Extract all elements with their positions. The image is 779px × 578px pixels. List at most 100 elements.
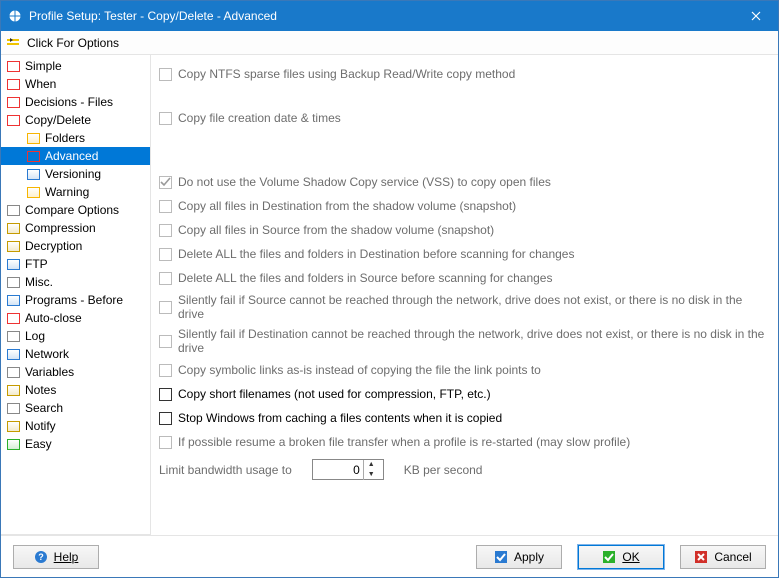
close-button[interactable] [733, 1, 778, 31]
sidebar-item-label: Warning [45, 185, 89, 199]
sidebar-item-copy-delete[interactable]: Copy/Delete [1, 111, 150, 129]
options-label: Click For Options [27, 36, 119, 50]
cancel-icon [694, 550, 708, 564]
option-label: Copy all files in Source from the shadow… [178, 223, 494, 237]
option-row: Silently fail if Source cannot be reache… [159, 293, 770, 321]
option-row: Delete ALL the files and folders in Sour… [159, 269, 770, 287]
sidebar-item-notes[interactable]: Notes [1, 381, 150, 399]
sidebar-icon [5, 221, 21, 235]
sidebar-icon [25, 167, 41, 181]
sidebar-item-search[interactable]: Search [1, 399, 150, 417]
limit-label: Limit bandwidth usage to [159, 463, 292, 477]
limit-unit: KB per second [404, 463, 483, 477]
sidebar-item-decisions-files[interactable]: Decisions - Files [1, 93, 150, 111]
checkbox[interactable] [159, 388, 172, 401]
sidebar-item-misc-[interactable]: Misc. [1, 273, 150, 291]
help-button[interactable]: ? Help [13, 545, 99, 569]
help-icon: ? [34, 550, 48, 564]
spinner-down[interactable]: ▼ [364, 470, 379, 480]
option-row: Copy short filenames (not used for compr… [159, 385, 770, 403]
ok-button[interactable]: OK [578, 545, 664, 569]
sidebar-icon [25, 149, 41, 163]
checkbox [159, 364, 172, 377]
sidebar-item-label: Compression [25, 221, 96, 235]
option-row: Copy symbolic links as-is instead of cop… [159, 361, 770, 379]
apply-label: Apply [514, 550, 544, 564]
sidebar-icon [5, 401, 21, 415]
sidebar-item-label: FTP [25, 257, 48, 271]
limit-bandwidth-spinner[interactable]: ▲ ▼ [312, 459, 384, 480]
checkbox [159, 436, 172, 449]
checkbox [159, 200, 172, 213]
sidebar-icon [5, 275, 21, 289]
sidebar-icon [5, 95, 21, 109]
option-row: Do not use the Volume Shadow Copy servic… [159, 173, 770, 191]
svg-text:?: ? [38, 552, 44, 562]
checkbox[interactable] [159, 412, 172, 425]
option-label: Copy file creation date & times [178, 111, 341, 125]
sidebar-item-ftp[interactable]: FTP [1, 255, 150, 273]
ok-icon [602, 550, 616, 564]
apply-button[interactable]: Apply [476, 545, 562, 569]
sidebar-item-easy[interactable]: Easy [1, 435, 150, 453]
sidebar-icon [5, 59, 21, 73]
apply-icon [494, 550, 508, 564]
sidebar-item-label: Network [25, 347, 69, 361]
help-label: Help [54, 550, 79, 564]
sidebar-item-label: Simple [25, 59, 62, 73]
sidebar-item-label: Folders [45, 131, 85, 145]
sidebar-item-programs-before[interactable]: Programs - Before [1, 291, 150, 309]
footer: ? Help Apply OK Cancel [1, 535, 778, 577]
sidebar-item-simple[interactable]: Simple [1, 57, 150, 75]
sidebar-item-compression[interactable]: Compression [1, 219, 150, 237]
sidebar-item-advanced[interactable]: Advanced [1, 147, 150, 165]
sidebar-item-label: Decryption [25, 239, 82, 253]
sidebar-item-decryption[interactable]: Decryption [1, 237, 150, 255]
sidebar-item-auto-close[interactable]: Auto-close [1, 309, 150, 327]
ok-label: OK [622, 550, 639, 564]
option-row: Copy all files in Source from the shadow… [159, 221, 770, 239]
sidebar-item-label: Log [25, 329, 45, 343]
option-row: Copy NTFS sparse files using Backup Read… [159, 65, 770, 83]
sidebar-item-label: When [25, 77, 56, 91]
option-label: Silently fail if Destination cannot be r… [178, 327, 770, 355]
sidebar-item-label: Advanced [45, 149, 98, 163]
window-title: Profile Setup: Tester - Copy/Delete - Ad… [29, 9, 733, 23]
option-row: If possible resume a broken file transfe… [159, 433, 770, 451]
sidebar-icon [5, 437, 21, 451]
sidebar-item-network[interactable]: Network [1, 345, 150, 363]
sidebar-item-versioning[interactable]: Versioning [1, 165, 150, 183]
option-label: Do not use the Volume Shadow Copy servic… [178, 175, 551, 189]
sidebar-item-log[interactable]: Log [1, 327, 150, 345]
option-label: Copy short filenames (not used for compr… [178, 387, 491, 401]
sidebar-item-folders[interactable]: Folders [1, 129, 150, 147]
sidebar-item-label: Search [25, 401, 63, 415]
sidebar-icon [25, 185, 41, 199]
option-row: Copy all files in Destination from the s… [159, 197, 770, 215]
option-row: Stop Windows from caching a files conten… [159, 409, 770, 427]
limit-bandwidth-row: Limit bandwidth usage to ▲ ▼ KB per seco… [159, 459, 770, 480]
sidebar-icon [5, 365, 21, 379]
sidebar-icon [5, 239, 21, 253]
checkbox [159, 224, 172, 237]
sidebar-icon [5, 383, 21, 397]
sidebar-icon [5, 203, 21, 217]
option-label: If possible resume a broken file transfe… [178, 435, 630, 449]
sidebar-item-when[interactable]: When [1, 75, 150, 93]
sidebar-icon [5, 347, 21, 361]
sidebar-item-label: Misc. [25, 275, 53, 289]
sidebar-item-label: Variables [25, 365, 74, 379]
sidebar-icon [5, 77, 21, 91]
option-label: Delete ALL the files and folders in Dest… [178, 247, 574, 261]
options-menu[interactable]: Click For Options [1, 31, 778, 55]
app-icon [7, 8, 23, 24]
sidebar-item-compare-options[interactable]: Compare Options [1, 201, 150, 219]
sidebar-icon [5, 293, 21, 307]
cancel-button[interactable]: Cancel [680, 545, 766, 569]
limit-bandwidth-input[interactable] [313, 462, 363, 478]
sidebar-item-notify[interactable]: Notify [1, 417, 150, 435]
checkbox [159, 112, 172, 125]
sidebar-item-variables[interactable]: Variables [1, 363, 150, 381]
sidebar-item-warning[interactable]: Warning [1, 183, 150, 201]
spinner-up[interactable]: ▲ [364, 460, 379, 470]
